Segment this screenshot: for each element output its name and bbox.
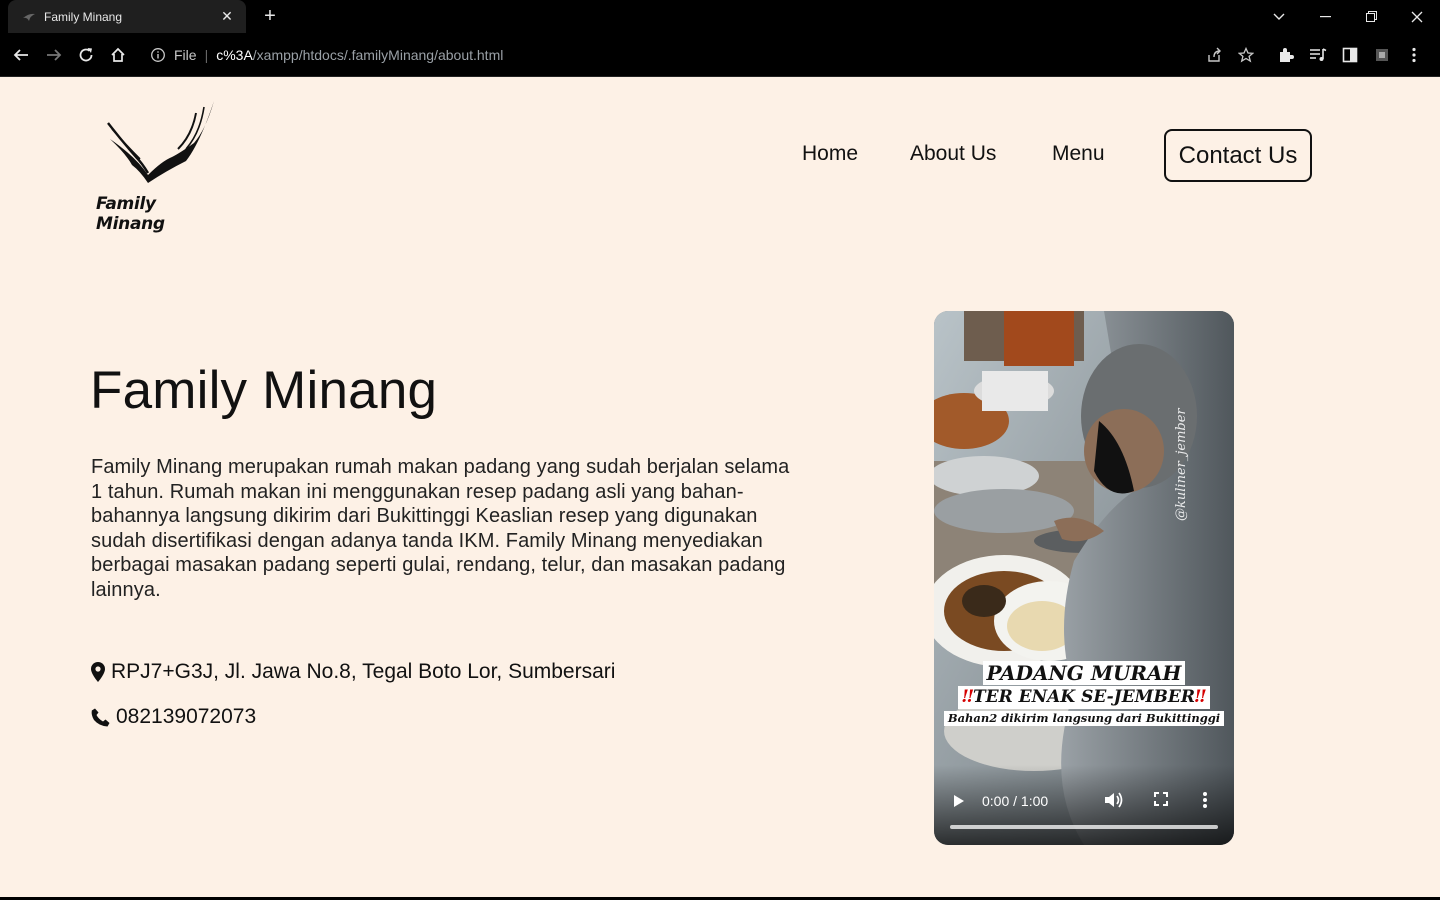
close-window-icon[interactable]: [1394, 0, 1440, 33]
logo-text: Family Minang: [96, 194, 165, 234]
page-content: Family Minang Home About Us Menu Contact…: [0, 77, 1440, 900]
share-icon[interactable]: [1198, 43, 1230, 67]
video-controls: 0:00 / 1:00: [934, 765, 1234, 845]
caption-line-2-text: TER ENAK SE-JEMBER: [973, 687, 1195, 707]
toolbar-actions: [1198, 43, 1430, 67]
caption-line-2: ‼TER ENAK SE-JEMBER‼: [958, 686, 1210, 709]
bookmark-star-icon[interactable]: [1230, 43, 1262, 67]
restore-icon[interactable]: [1348, 0, 1394, 33]
page-title: Family Minang: [90, 361, 438, 420]
new-tab-icon[interactable]: +: [258, 5, 282, 29]
window-controls: [1256, 0, 1440, 33]
phone-text: 082139072073: [116, 705, 257, 728]
nav-home-link[interactable]: Home: [802, 142, 858, 166]
video-more-icon[interactable]: [1202, 791, 1208, 814]
nav-menu-link[interactable]: Menu: [1052, 142, 1105, 166]
url-separator: |: [204, 47, 209, 63]
back-icon[interactable]: [9, 43, 33, 67]
forward-icon[interactable]: [42, 43, 66, 67]
url-scheme-label: File: [174, 47, 197, 63]
address-row: RPJ7+G3J, Jl. Jawa No.8, Tegal Boto Lor,…: [91, 660, 615, 684]
fullscreen-icon[interactable]: [1153, 791, 1169, 812]
nav-about-link[interactable]: About Us: [910, 142, 996, 166]
minimize-icon[interactable]: [1302, 0, 1348, 33]
address-bar[interactable]: File | c%3A /xampp/htdocs/.familyMinang/…: [140, 38, 1240, 72]
browser-toolbar: File | c%3A /xampp/htdocs/.familyMinang/…: [0, 33, 1440, 77]
address-text: RPJ7+G3J, Jl. Jawa No.8, Tegal Boto Lor,…: [111, 660, 616, 683]
caption-bang-right: ‼: [1194, 687, 1206, 707]
media-control-icon[interactable]: [1302, 43, 1334, 67]
site-info-icon[interactable]: [150, 47, 166, 63]
browser-menu-icon[interactable]: [1398, 43, 1430, 67]
phone-row: 082139072073: [91, 705, 256, 729]
about-description: Family Minang merupakan rumah makan pada…: [91, 456, 790, 601]
tab-title: Family Minang: [44, 9, 123, 24]
video-caption: PADANG MURAH ‼TER ENAK SE-JEMBER‼ Bahan2…: [934, 661, 1234, 727]
phone-icon: [91, 708, 110, 726]
tab-close-icon[interactable]: ✕: [218, 8, 236, 25]
url-path: /xampp/htdocs/.familyMinang/about.html: [252, 47, 504, 63]
main-nav: Home About Us Menu Contact Us: [0, 129, 1440, 183]
play-icon[interactable]: [952, 793, 966, 814]
url-host: c%3A: [216, 47, 253, 63]
caption-bang-left: ‼: [962, 687, 974, 707]
map-pin-icon: [91, 662, 105, 682]
caption-line-1: PADANG MURAH: [982, 661, 1186, 685]
video-progress-bar[interactable]: [950, 825, 1218, 829]
caption-line-3: Bahan2 dikirim langsung dari Bukittinggi: [943, 711, 1225, 726]
tab-favicon-icon: [22, 10, 36, 24]
video-time: 0:00 / 1:00: [982, 793, 1049, 809]
browser-tab[interactable]: Family Minang ✕: [8, 0, 246, 33]
extensions-icon[interactable]: [1270, 43, 1302, 67]
promo-video[interactable]: @kuliner_jember PADANG MURAH ‼TER ENAK S…: [934, 311, 1234, 845]
profile-icon[interactable]: [1366, 43, 1398, 67]
reload-icon[interactable]: [74, 43, 98, 67]
tab-search-icon[interactable]: [1256, 0, 1302, 33]
contact-us-button[interactable]: Contact Us: [1164, 129, 1312, 182]
volume-icon[interactable]: [1104, 791, 1124, 814]
video-watermark: @kuliner_jember: [1174, 408, 1189, 521]
side-panel-icon[interactable]: [1334, 43, 1366, 67]
home-icon[interactable]: [106, 43, 130, 67]
browser-tab-strip: Family Minang ✕ +: [0, 0, 1440, 33]
